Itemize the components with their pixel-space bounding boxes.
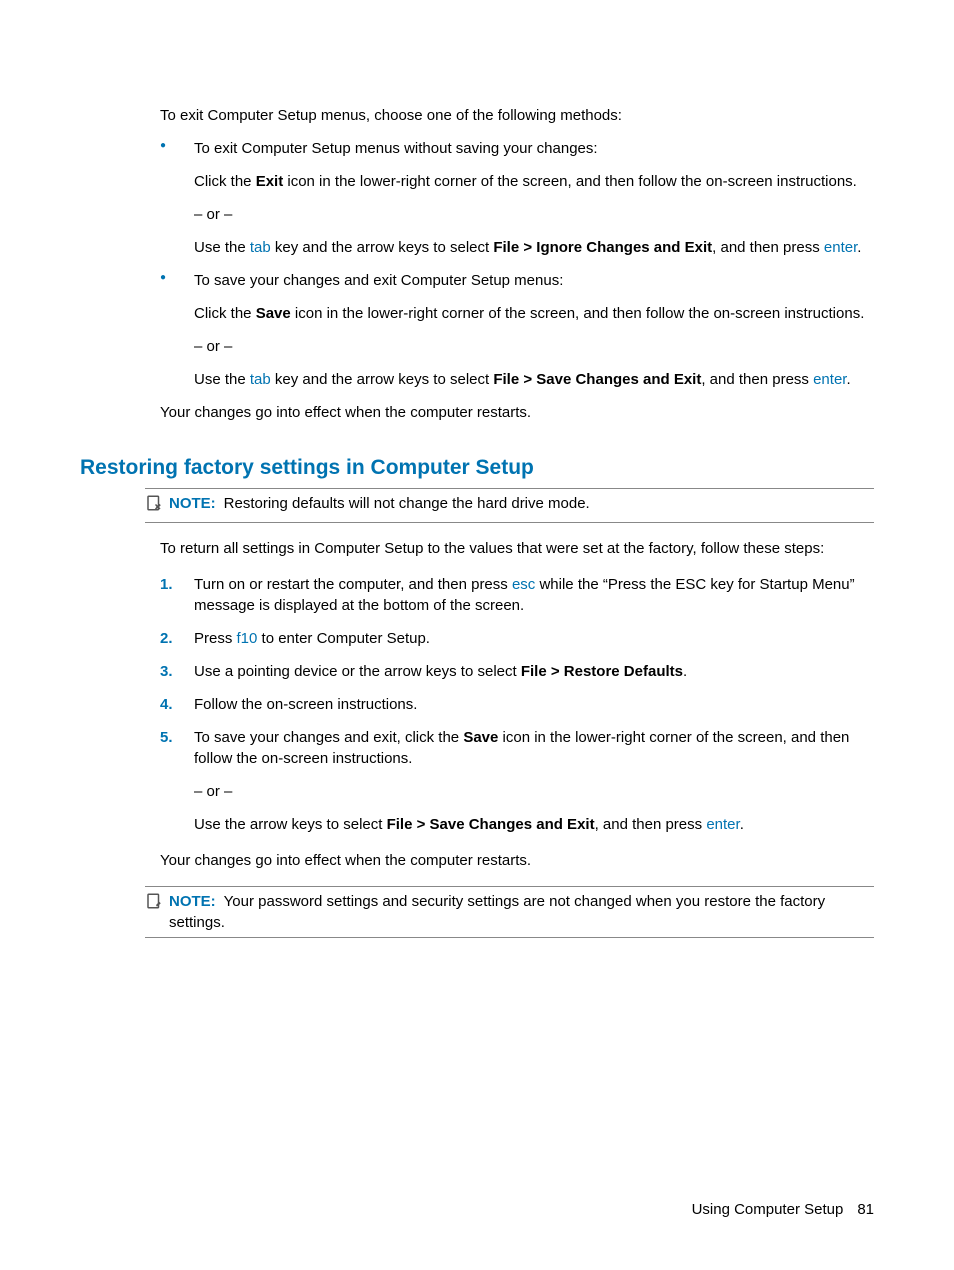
note-text-content: Restoring defaults will not change the h… — [224, 495, 590, 512]
step-item: Follow the on-screen instructions. — [160, 694, 874, 715]
or-separator: – or – — [194, 781, 874, 802]
paragraph: Use the tab key and the arrow keys to se… — [194, 237, 874, 258]
exit-methods-list: To exit Computer Setup menus without sav… — [160, 138, 874, 390]
document-page: To exit Computer Setup menus, choose one… — [0, 0, 954, 1270]
paragraph: Click the Save icon in the lower-right c… — [194, 303, 874, 324]
step-sub: – or – Use the arrow keys to select File… — [194, 781, 874, 835]
note-body: NOTE:Your password settings and security… — [169, 891, 874, 933]
key-name: enter — [706, 816, 739, 833]
note-callout: NOTE:Your password settings and security… — [145, 886, 874, 938]
bold-text: Save — [256, 305, 291, 322]
paragraph: Your changes go into effect when the com… — [160, 850, 874, 871]
key-name: enter — [813, 371, 846, 388]
note-icon — [145, 494, 165, 518]
step-item: Turn on or restart the computer, and the… — [160, 574, 874, 616]
or-separator: – or – — [194, 336, 874, 357]
key-name: esc — [512, 576, 535, 593]
key-name: tab — [250, 239, 271, 256]
step-item: To save your changes and exit, click the… — [160, 727, 874, 835]
paragraph: Use the arrow keys to select File > Save… — [194, 814, 874, 835]
note-text-content: Your password settings and security sett… — [169, 893, 825, 931]
or-separator: – or – — [194, 204, 874, 225]
list-item: To exit Computer Setup menus without sav… — [160, 138, 874, 258]
footer-section: Using Computer Setup — [692, 1201, 844, 1218]
key-name: f10 — [237, 630, 258, 647]
bold-text: Exit — [256, 173, 284, 190]
key-name: tab — [250, 371, 271, 388]
paragraph: Your changes go into effect when the com… — [160, 402, 874, 423]
step-item: Press f10 to enter Computer Setup. — [160, 628, 874, 649]
bullet-sub: Click the Exit icon in the lower-right c… — [194, 171, 874, 258]
bold-text: File > Save Changes and Exit — [493, 371, 701, 388]
bold-text: File > Ignore Changes and Exit — [493, 239, 712, 256]
body-content: To exit Computer Setup menus, choose one… — [160, 105, 874, 423]
list-item: To save your changes and exit Computer S… — [160, 270, 874, 390]
key-name: enter — [824, 239, 857, 256]
paragraph: To return all settings in Computer Setup… — [160, 538, 874, 559]
note-callout: NOTE: Restoring defaults will not change … — [145, 488, 874, 523]
page-footer: Using Computer Setup 81 — [692, 1199, 874, 1220]
bullet-lead: To exit Computer Setup menus without sav… — [194, 140, 598, 157]
steps-list: Turn on or restart the computer, and the… — [160, 574, 874, 835]
note-icon — [145, 892, 165, 916]
page-number: 81 — [857, 1201, 874, 1218]
note-body: NOTE: Restoring defaults will not change … — [169, 493, 874, 514]
bullet-sub: Click the Save icon in the lower-right c… — [194, 303, 874, 390]
bold-text: File > Save Changes and Exit — [387, 816, 595, 833]
body-content: To return all settings in Computer Setup… — [160, 538, 874, 871]
note-label: NOTE: — [169, 495, 216, 512]
bold-text: Save — [463, 729, 498, 746]
step-item: Use a pointing device or the arrow keys … — [160, 661, 874, 682]
section-heading: Restoring factory settings in Computer S… — [80, 453, 874, 482]
bold-text: File > Restore Defaults — [521, 663, 683, 680]
note-label: NOTE: — [169, 893, 216, 910]
paragraph: Use the tab key and the arrow keys to se… — [194, 369, 874, 390]
paragraph: Click the Exit icon in the lower-right c… — [194, 171, 874, 192]
bullet-lead: To save your changes and exit Computer S… — [194, 272, 563, 289]
intro-text: To exit Computer Setup menus, choose one… — [160, 105, 874, 126]
